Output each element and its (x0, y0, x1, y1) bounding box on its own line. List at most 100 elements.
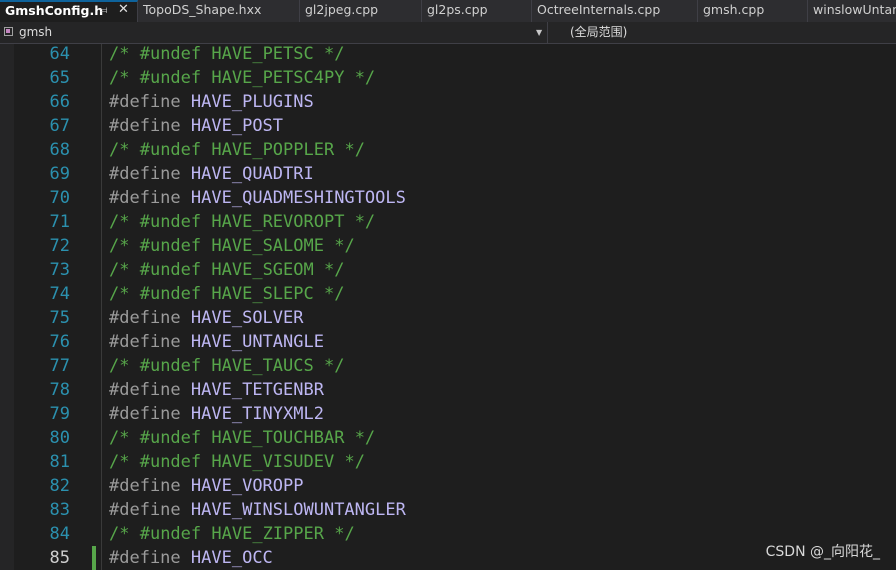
macro-name: HAVE_SLEPC (211, 284, 314, 304)
directive-keyword: #define (109, 92, 181, 112)
line-number: 65 (49, 68, 70, 88)
directive-keyword: #undef (139, 212, 202, 232)
chevron-down-icon[interactable]: ▼ (536, 22, 542, 43)
project-dropdown[interactable]: gmsh ▼ (0, 22, 548, 43)
line-number: 68 (49, 140, 70, 160)
scope-dropdown[interactable]: (全局范围) (549, 22, 896, 43)
tab-winslowuntangler[interactable]: winslowUntang (808, 0, 896, 22)
line-number: 72 (49, 236, 70, 256)
project-icon (4, 27, 13, 36)
code-line[interactable]: 65 /* #undef HAVE_PETSC4PY */ (0, 66, 896, 90)
code-line[interactable]: 72 /* #undef HAVE_SALOME */ (0, 234, 896, 258)
code-text: #define HAVE_TETGENBR (109, 378, 324, 402)
code-line[interactable]: 85 #define HAVE_OCC (0, 546, 896, 570)
code-line[interactable]: 84 /* #undef HAVE_ZIPPER */ (0, 522, 896, 546)
directive-keyword: #undef (139, 356, 202, 376)
code-text: #define HAVE_VOROPP (109, 474, 304, 498)
macro-name: HAVE_TOUCHBAR (211, 428, 345, 448)
code-text: /* #undef HAVE_SGEOM */ (109, 258, 344, 282)
code-line[interactable]: 81 /* #undef HAVE_VISUDEV */ (0, 450, 896, 474)
comment-close: */ (313, 356, 345, 376)
comment-open: /* (109, 44, 140, 64)
directive-keyword: #define (109, 116, 181, 136)
code-line[interactable]: 69 #define HAVE_QUADTRI (0, 162, 896, 186)
tab-gmshconfig-h[interactable]: GmshConfig.h ⫤ ✕ (0, 0, 138, 22)
code-text: /* #undef HAVE_SLEPC */ (109, 282, 344, 306)
directive-keyword: #define (109, 548, 181, 568)
code-line[interactable]: 68 /* #undef HAVE_POPPLER */ (0, 138, 896, 162)
line-number: 73 (49, 260, 70, 280)
code-line[interactable]: 76 #define HAVE_UNTANGLE (0, 330, 896, 354)
line-number: 70 (49, 188, 70, 208)
code-line[interactable]: 74 /* #undef HAVE_SLEPC */ (0, 282, 896, 306)
change-indicator (92, 546, 96, 570)
macro-name: HAVE_SOLVER (190, 308, 304, 328)
code-line[interactable]: 66 #define HAVE_PLUGINS (0, 90, 896, 114)
code-text: #define HAVE_PLUGINS (109, 90, 314, 114)
macro-name: HAVE_UNTANGLE (190, 332, 324, 352)
comment-open: /* (109, 260, 140, 280)
comment-open: /* (109, 236, 140, 256)
macro-name: HAVE_PETSC (211, 44, 314, 64)
code-editor[interactable]: 64 /* #undef HAVE_PETSC */ 65 /* #undef HAV… (0, 44, 896, 570)
code-text: #define HAVE_TINYXML2 (109, 402, 324, 426)
close-icon[interactable]: ✕ (118, 2, 129, 19)
code-line[interactable]: 80 /* #undef HAVE_TOUCHBAR */ (0, 426, 896, 450)
macro-name: HAVE_PETSC4PY (211, 68, 345, 88)
code-text: /* #undef HAVE_PETSC */ (109, 42, 344, 66)
comment-close: */ (323, 524, 355, 544)
code-text: #define HAVE_UNTANGLE (109, 330, 324, 354)
directive-keyword: #undef (139, 284, 202, 304)
code-line[interactable]: 70 #define HAVE_QUADMESHINGTOOLS (0, 186, 896, 210)
comment-close: */ (344, 68, 376, 88)
macro-name: HAVE_POST (190, 116, 284, 136)
comment-open: /* (109, 212, 140, 232)
directive-keyword: #undef (139, 44, 202, 64)
tab-label: GmshConfig.h (5, 3, 104, 18)
tab-topods-shape-hxx[interactable]: TopoDS_Shape.hxx (138, 0, 300, 22)
code-text: #define HAVE_WINSLOWUNTANGLER (109, 498, 406, 522)
code-line[interactable]: 73 /* #undef HAVE_SGEOM */ (0, 258, 896, 282)
code-text: #define HAVE_QUADTRI (109, 162, 314, 186)
code-line[interactable]: 75 #define HAVE_SOLVER (0, 306, 896, 330)
project-name: gmsh (19, 25, 53, 39)
code-line[interactable]: 71 /* #undef HAVE_REVOROPT */ (0, 210, 896, 234)
code-text: /* #undef HAVE_ZIPPER */ (109, 522, 355, 546)
comment-close: */ (313, 260, 345, 280)
directive-keyword: #define (109, 188, 181, 208)
code-line[interactable]: 83 #define HAVE_WINSLOWUNTANGLER (0, 498, 896, 522)
directive-keyword: #define (109, 380, 181, 400)
comment-open: /* (109, 140, 140, 160)
code-line[interactable]: 77 /* #undef HAVE_TAUCS */ (0, 354, 896, 378)
directive-keyword: #define (109, 476, 181, 496)
code-line[interactable]: 78 #define HAVE_TETGENBR (0, 378, 896, 402)
macro-name: HAVE_POPPLER (211, 140, 335, 160)
code-line[interactable]: 79 #define HAVE_TINYXML2 (0, 402, 896, 426)
code-text: #define HAVE_SOLVER (109, 306, 304, 330)
line-number: 67 (49, 116, 70, 136)
macro-name: HAVE_SALOME (211, 236, 324, 256)
code-text: #define HAVE_POST (109, 114, 283, 138)
comment-close: */ (323, 236, 355, 256)
code-line[interactable]: 82 #define HAVE_VOROPP (0, 474, 896, 498)
macro-name: HAVE_QUADTRI (190, 164, 314, 184)
code-text: /* #undef HAVE_POPPLER */ (109, 138, 365, 162)
directive-keyword: #undef (139, 428, 202, 448)
tab-gl2jpeg-cpp[interactable]: gl2jpeg.cpp (300, 0, 422, 22)
pin-icon[interactable]: ⫤ (100, 2, 108, 20)
code-line[interactable]: 64 /* #undef HAVE_PETSC */ (0, 42, 896, 66)
line-number: 82 (49, 476, 70, 496)
tab-octreeinternals-cpp[interactable]: OctreeInternals.cpp (532, 0, 698, 22)
comment-close: */ (313, 284, 345, 304)
line-number: 66 (49, 92, 70, 112)
scope-label: (全局范围) (570, 25, 628, 39)
tab-gl2ps-cpp[interactable]: gl2ps.cpp (422, 0, 532, 22)
directive-keyword: #define (109, 164, 181, 184)
code-line[interactable]: 67 #define HAVE_POST (0, 114, 896, 138)
line-number: 78 (49, 380, 70, 400)
line-number: 71 (49, 212, 70, 232)
comment-close: */ (334, 140, 365, 160)
line-number: 83 (49, 500, 70, 520)
macro-name: HAVE_TINYXML2 (190, 404, 324, 424)
tab-gmsh-cpp[interactable]: gmsh.cpp (698, 0, 808, 22)
